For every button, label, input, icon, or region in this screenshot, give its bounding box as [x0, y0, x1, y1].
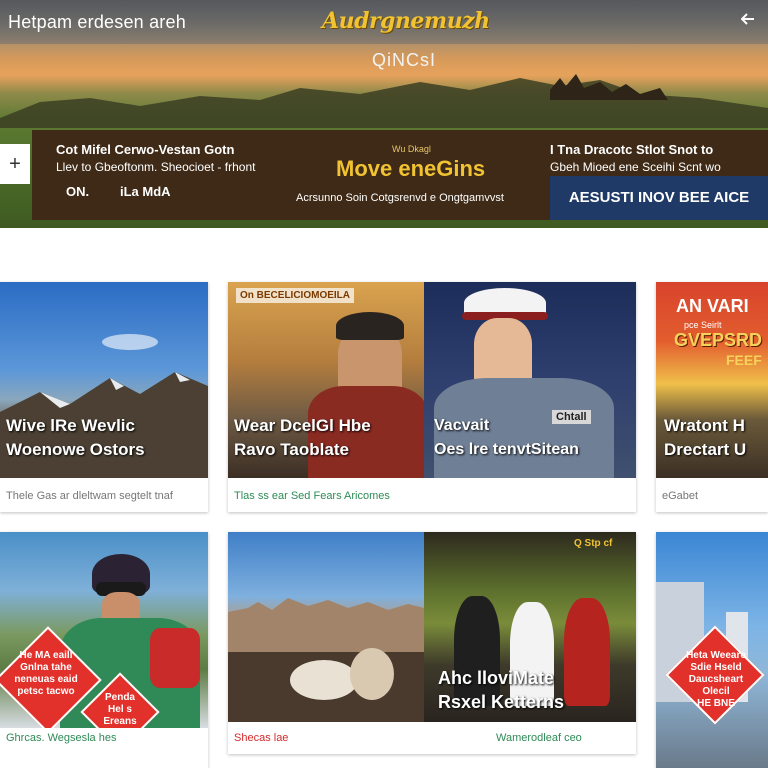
banner-left-link-on[interactable]: ON.	[66, 184, 89, 199]
card-overlay-line: Rsxel Ketterns	[438, 692, 565, 712]
card-image-left[interactable]	[228, 532, 424, 722]
card-image-right[interactable]: Vacvait Oes lre tenvtSitean Chtall	[424, 282, 636, 478]
article-card-2[interactable]: On BECELICIOMOEILA Wear DcelGl Hbe Ravo …	[228, 282, 636, 512]
hero-banner: Hetpam erdesen areh Audrgnemuzh QiNCsI +…	[0, 0, 768, 228]
card-image-left[interactable]: On BECELICIOMOEILA Wear DcelGl Hbe Ravo …	[228, 282, 424, 478]
card-tag: Q Stp cf	[574, 538, 613, 549]
poster-tag: FEEF	[726, 352, 762, 368]
card-badge: Chtall	[552, 410, 591, 424]
card-overlay-line: Wratont H	[664, 416, 745, 435]
card-caption: Thele Gas ar dleltwam segtelt tnaf	[6, 490, 173, 502]
person-figure	[564, 598, 610, 706]
card-overlay-line: Woenowe Ostors	[6, 440, 145, 459]
banner-right-headline: I Tna Dracotc Stlot Snot to	[550, 142, 714, 157]
banner-right-subline: Gbeh Mioed ene Sceihi Scnt wo	[550, 160, 721, 174]
article-card-4[interactable]: He MA eaill Gnlna tahe neneuas eaid pets…	[0, 532, 208, 768]
person-face	[474, 318, 532, 384]
article-card-6[interactable]: Heta Weeare Sdie Hseld Daucsheart Olecil…	[656, 532, 768, 768]
banner-left-link-more[interactable]: iLa MdA	[120, 184, 171, 199]
city-skyline-illustration	[228, 598, 424, 722]
heart-badge-text: Penda Hel s Ereans	[103, 692, 137, 727]
card-image[interactable]: AN VARI pce Seirlt GVEPSRD FEEF Wratont …	[656, 282, 768, 478]
banner-right-cta-button[interactable]: AESUSTI INOV BEE AICE	[550, 176, 768, 220]
card-overlay-line: Oes lre tenvtSitean	[434, 441, 579, 458]
helmet-shape	[336, 312, 404, 340]
card-image[interactable]: Wive lRe Wevlic Woenowe Ostors	[0, 282, 208, 478]
sleeve-shape	[150, 628, 200, 688]
card-overlay-line: Wear DcelGl Hbe	[234, 416, 371, 435]
banner-center-kicker: Wu Dkagl	[392, 144, 431, 154]
card-caption: eGabet	[662, 490, 699, 502]
card-caption-green: Wamerodleaf ceo	[496, 732, 582, 744]
article-card-1[interactable]: Wive lRe Wevlic Woenowe Ostors Thele Gas…	[0, 282, 208, 512]
heart-badge-text: He MA eaill Gnlna tahe neneuas eaid pets…	[14, 650, 78, 697]
poster-kicker: pce Seirlt	[684, 320, 722, 330]
article-card-3[interactable]: AN VARI pce Seirlt GVEPSRD FEEF Wratont …	[656, 282, 768, 512]
card-image[interactable]: Heta Weeare Sdie Hseld Daucsheart Olecil…	[656, 532, 768, 768]
banner-center-subtitle: Acrsunno Soin Cotgsrenvd e Ongtgamvvst	[296, 192, 504, 204]
site-logo[interactable]: Audrgnemuzh	[322, 8, 490, 34]
hero-landscape	[0, 74, 768, 128]
card-caption: Ghrcas. Wegsesla hes	[6, 732, 117, 744]
card-overlay-line: Ahc lloviMate	[438, 668, 555, 688]
card-caption: Tlas ss ear Sed Fears Aricomes	[234, 490, 390, 502]
heart-badge-text: Heta Weeare Sdie Hseld Daucsheart Olecil…	[686, 650, 746, 709]
article-card-5[interactable]: Q Stp cf Ahc lloviMate Rsxel Ketterns Sh…	[228, 532, 636, 754]
card-overlay-line: Wive lRe Wevlic	[6, 416, 135, 435]
plus-icon[interactable]: +	[0, 144, 30, 184]
card-image-right[interactable]: Q Stp cf Ahc lloviMate Rsxel Ketterns	[424, 532, 636, 722]
promo-banner: Cot Mifel Cerwo-Vestan Gotn Llev to Gbeo…	[32, 130, 768, 220]
back-arrow-icon[interactable]	[736, 10, 760, 30]
poster-headline: GVEPSRD	[674, 330, 763, 350]
card-caption-red: Shecas lae	[234, 732, 289, 744]
banner-left-subline: Llev to Gbeoftonm. Sheocioet - frhont	[56, 160, 256, 174]
site-title[interactable]: Hetpam erdesen areh	[8, 12, 186, 33]
top-bar: Hetpam erdesen areh Audrgnemuzh	[0, 0, 768, 44]
card-image[interactable]: He MA eaill Gnlna tahe neneuas eaid pets…	[0, 532, 208, 728]
card-overlay-line: Drectart U	[664, 440, 747, 459]
card-overlay-line: Ravo Taoblate	[234, 440, 349, 459]
hero-subtitle: QiNCsI	[372, 50, 436, 70]
poster-title: AN VARI	[676, 296, 749, 316]
banner-left-headline: Cot Mifel Cerwo-Vestan Gotn	[56, 142, 235, 157]
banner-center-title[interactable]: Move eneGins	[336, 156, 485, 182]
card-tag: On BECELICIOMOEILA	[236, 288, 354, 303]
